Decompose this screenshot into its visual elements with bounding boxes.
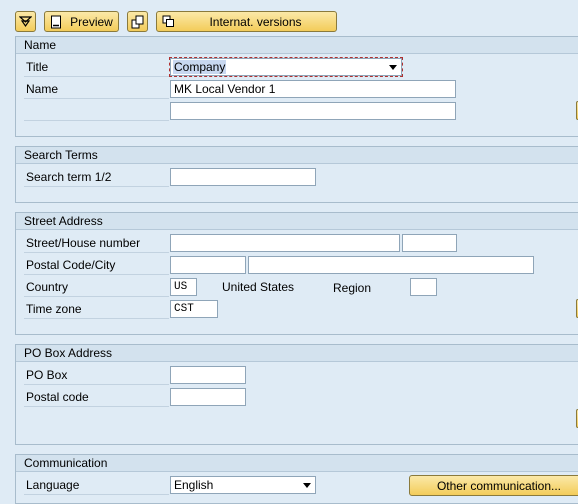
expand-collapse-button[interactable] [15, 11, 36, 32]
chevron-down-icon [303, 483, 311, 488]
title-value: Company [173, 60, 227, 74]
name2-field[interactable] [170, 102, 456, 120]
street-field[interactable] [170, 234, 400, 252]
title-label: Title [24, 58, 169, 77]
language-label: Language [24, 476, 169, 495]
name-field[interactable]: MK Local Vendor 1 [170, 80, 456, 98]
search-term-label: Search term 1/2 [24, 168, 169, 187]
street-address-group: Street Address Street/House number Posta… [15, 212, 578, 335]
postal-city-label: Postal Code/City [24, 256, 169, 275]
name-group: Name Title Company Name MK Local Vendor … [15, 36, 578, 137]
name-label: Name [24, 80, 169, 99]
search-term-field[interactable] [170, 168, 316, 186]
expand-collapse-icon [19, 16, 32, 28]
copy-icon [131, 15, 144, 28]
chevron-down-icon [389, 65, 397, 70]
internat-versions-label: Internat. versions [209, 14, 302, 29]
region-label: Region [333, 281, 372, 295]
country-name: United States [222, 280, 295, 294]
language-value: English [174, 478, 214, 492]
postal-code-field[interactable] [170, 256, 246, 274]
city-field[interactable] [248, 256, 534, 274]
versions-icon [162, 15, 174, 27]
po-box-group: PO Box Address PO Box Postal code [15, 344, 578, 445]
house-number-field[interactable] [402, 234, 457, 252]
communication-title: Communication [16, 455, 578, 472]
name-group-title: Name [16, 37, 578, 54]
search-terms-title: Search Terms [16, 147, 578, 164]
po-box-title: PO Box Address [16, 345, 578, 362]
po-box-label: PO Box [24, 366, 169, 385]
search-terms-group: Search Terms Search term 1/2 [15, 146, 578, 203]
region-field[interactable] [410, 278, 437, 296]
communication-group: Communication Language English Other com… [15, 454, 578, 504]
time-zone-field[interactable]: CST [170, 300, 218, 318]
preview-button[interactable]: Preview [44, 11, 119, 32]
other-communication-button[interactable]: Other communication... [409, 475, 578, 496]
country-field[interactable]: US [170, 278, 197, 296]
po-postal-code-field[interactable] [170, 388, 246, 406]
street-address-title: Street Address [16, 213, 578, 230]
title-select[interactable]: Company [169, 57, 403, 77]
toolbar: Preview Internat. versions [0, 0, 578, 36]
postal-code-label: Postal code [24, 388, 169, 407]
country-label: Country [24, 278, 169, 297]
language-select[interactable]: English [170, 476, 316, 494]
preview-label: Preview [70, 14, 113, 29]
internat-versions-button[interactable]: Internat. versions [156, 11, 337, 32]
document-icon [51, 15, 62, 28]
name2-label [24, 102, 169, 121]
time-zone-label: Time zone [24, 300, 169, 319]
po-box-field[interactable] [170, 366, 246, 384]
street-label: Street/House number [24, 234, 169, 253]
copy-button[interactable] [127, 11, 148, 32]
